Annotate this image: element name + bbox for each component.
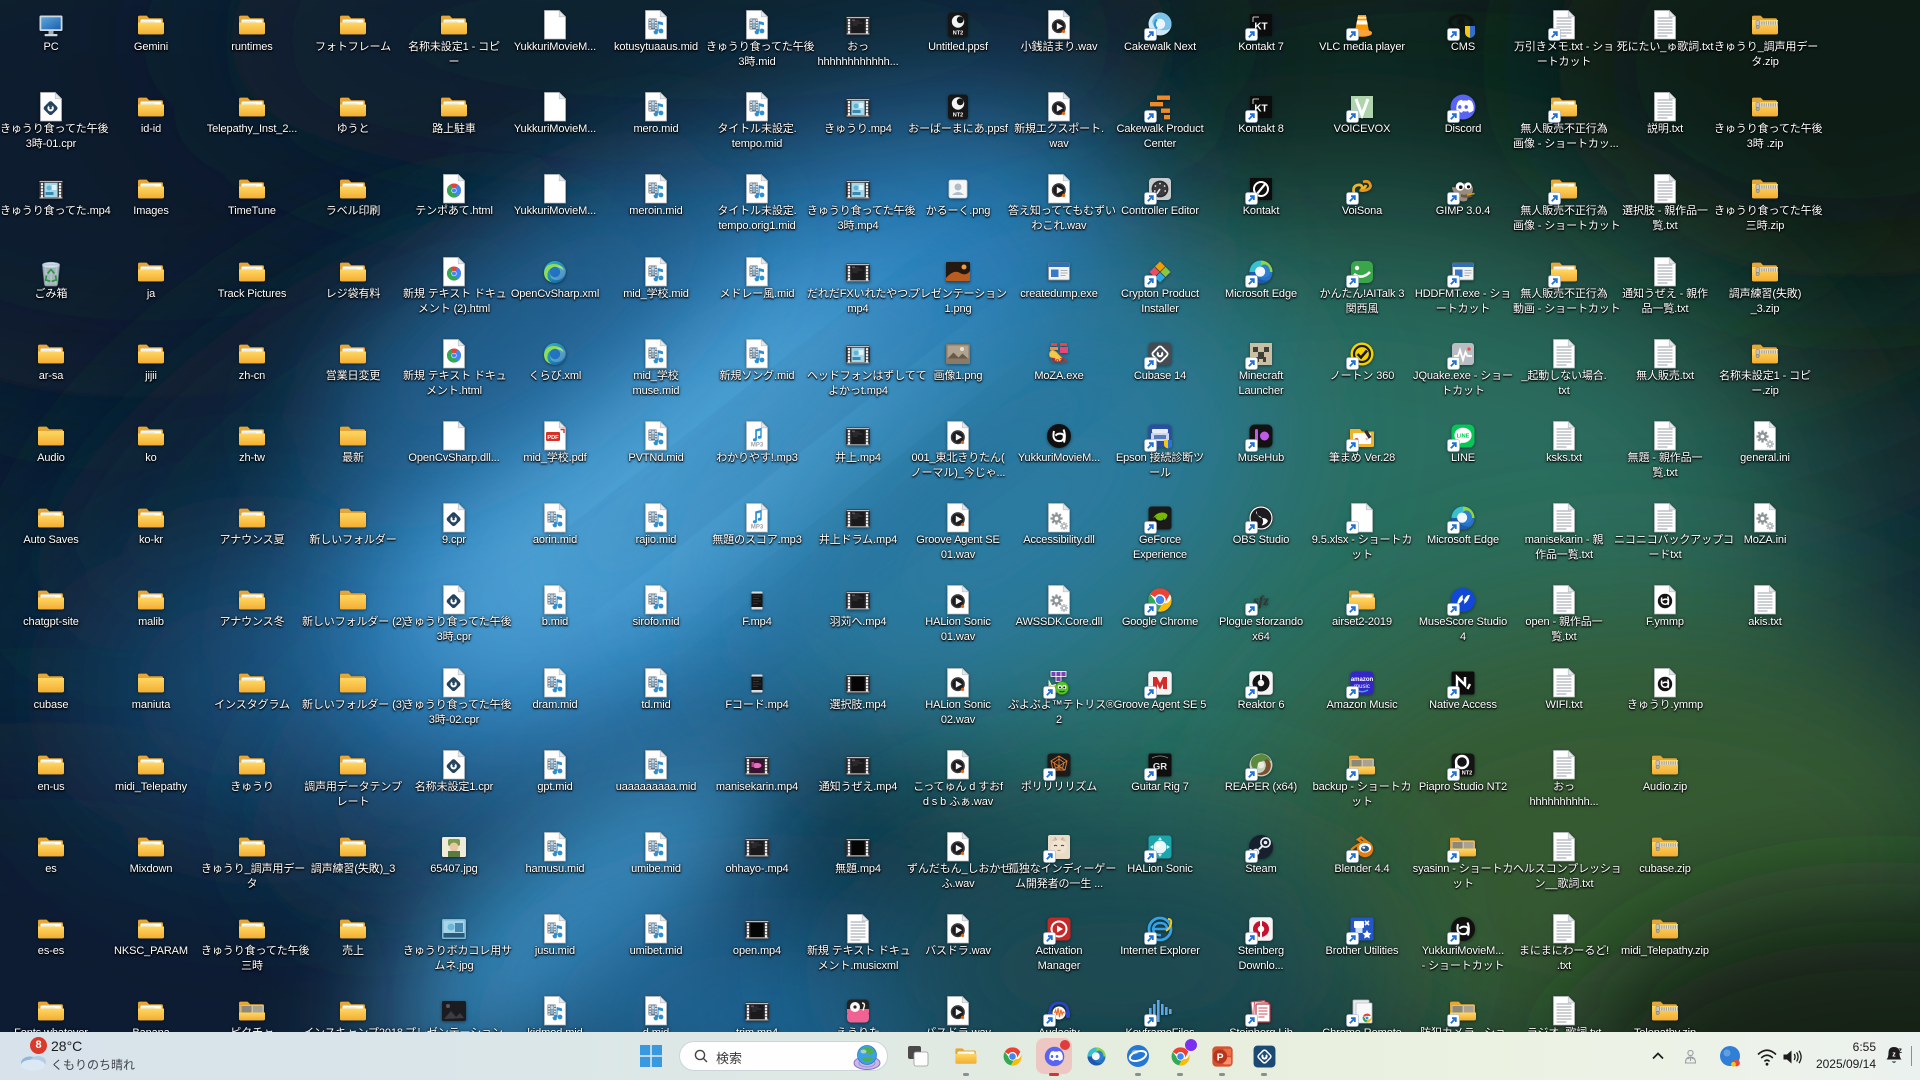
svg-text:P: P [1217, 1052, 1224, 1063]
svg-text:z: z [1892, 1051, 1896, 1058]
svg-text:z: z [1898, 1046, 1902, 1055]
